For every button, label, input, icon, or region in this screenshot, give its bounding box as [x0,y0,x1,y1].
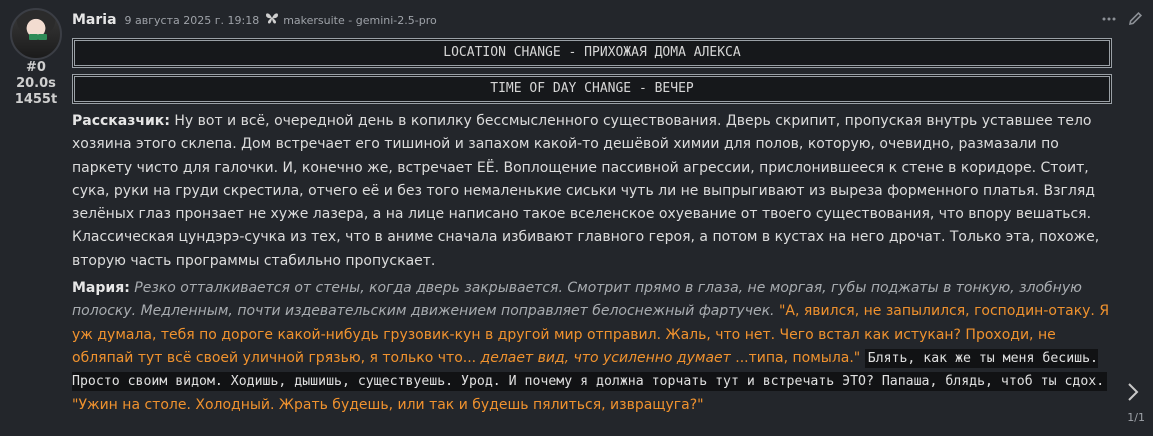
narrator-text: Ну вот и всё, очередной день в копилку б… [72,113,1100,269]
narrator-label: Рассказчик: [72,113,170,129]
message-index: #0 [26,60,46,75]
message-body: LOCATION CHANGE - ПРИХОЖАЯ ДОМА АЛЕКСА T… [72,38,1112,417]
swipe-counter: 1/1 [1127,411,1145,424]
model-name: makersuite - gemini-2.5-pro [283,13,437,27]
butterfly-icon [265,12,279,29]
maria-label: Мария: [72,280,130,297]
timestamp: 9 августа 2025 г. 19:18 [124,13,260,27]
message-actions [1102,11,1143,30]
maria-speech-action: делает вид, что усиленно думает [476,349,731,366]
maria-speech-2: ...типа, помыла." [730,349,865,366]
token-count: 1455t [14,92,58,107]
location-change-banner: LOCATION CHANGE - ПРИХОЖАЯ ДОМА АЛЕКСА [72,38,1112,68]
maria-paragraph: Мария: Резко отталкивается от стены, ког… [72,277,1112,417]
next-swipe-icon[interactable] [1127,382,1139,408]
author-name: Maria [72,12,117,28]
time-of-day-banner: TIME OF DAY CHANGE - ВЕЧЕР [72,74,1112,104]
avatar[interactable] [10,8,62,60]
edit-pencil-icon[interactable] [1128,11,1143,30]
message-meta: #0 20.0s 1455t [8,8,64,108]
generation-time: 20.0s [16,76,56,91]
more-options-icon[interactable] [1102,11,1116,30]
maria-speech-3: "Ужин на столе. Холодный. Жрать будешь, … [72,396,704,413]
message-header: Maria 9 августа 2025 г. 19:18 makersuite… [72,9,1143,31]
narrator-paragraph: Рассказчик: Ну вот и всё, очередной день… [72,110,1112,273]
